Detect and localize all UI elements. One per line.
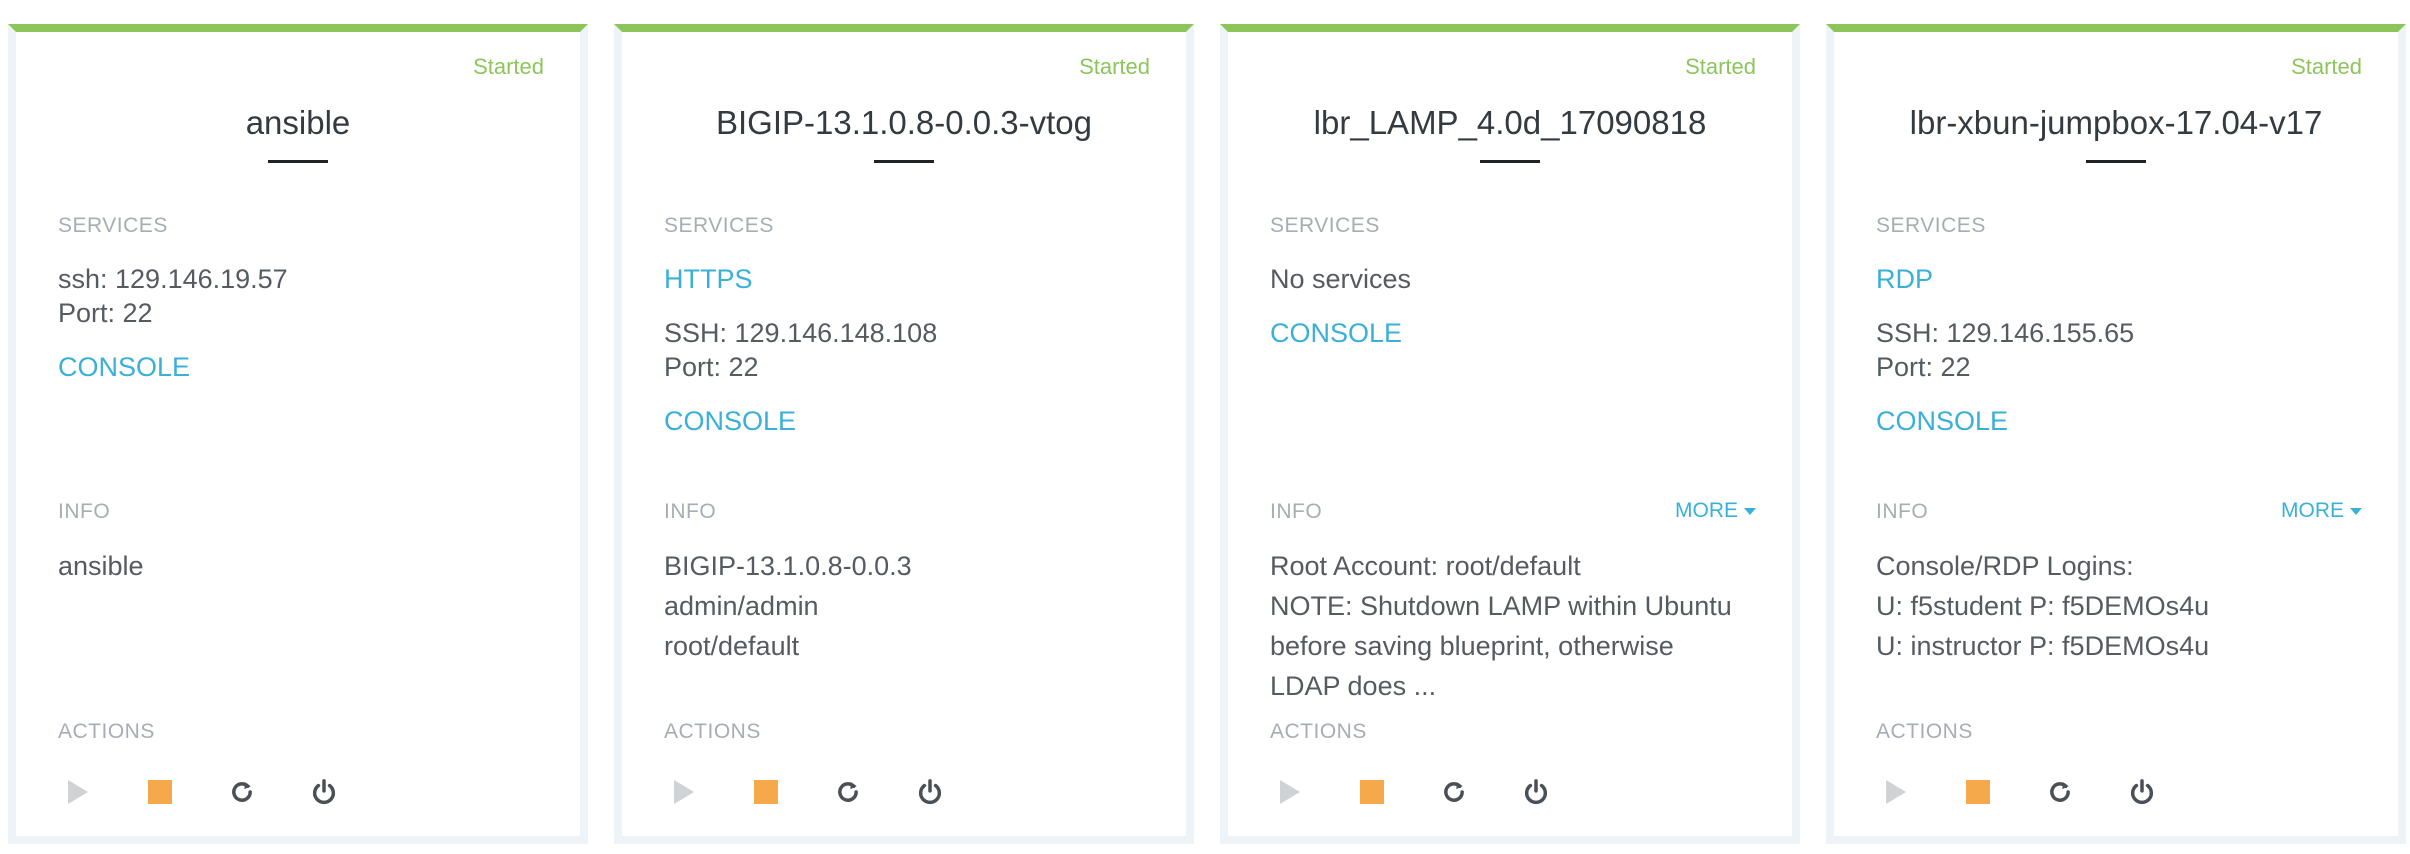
console-link[interactable]: CONSOLE bbox=[1270, 316, 1756, 350]
info-line: NOTE: Shutdown LAMP within Ubuntu bbox=[1270, 591, 1732, 621]
service-rdp-link[interactable]: RDP bbox=[1876, 264, 1933, 294]
status-badge: Started bbox=[1079, 54, 1150, 79]
service-address: SSH: 129.146.148.108 bbox=[664, 318, 938, 348]
services-label: SERVICES bbox=[58, 214, 168, 237]
info-text: Root Account: root/default NOTE: Shutdow… bbox=[1270, 546, 1756, 706]
vm-name: lbr_LAMP_4.0d_17090818 bbox=[1313, 104, 1707, 141]
restart-icon[interactable] bbox=[2040, 772, 2080, 812]
info-label: INFO bbox=[58, 500, 111, 523]
play-icon[interactable] bbox=[664, 772, 704, 812]
actions-label: ACTIONS bbox=[1270, 720, 1367, 743]
title-underline bbox=[268, 160, 328, 163]
vm-name: lbr-xbun-jumpbox-17.04-v17 bbox=[1909, 104, 2323, 141]
services-list: RDP SSH: 129.146.155.65 Port: 22 CONSOLE bbox=[1876, 262, 2362, 438]
status-badge: Started bbox=[1685, 54, 1756, 79]
service-port: Port: 22 bbox=[1876, 352, 1971, 382]
console-link[interactable]: CONSOLE bbox=[58, 350, 544, 384]
service-ssh: SSH: 129.146.148.108 Port: 22 bbox=[664, 316, 1150, 384]
service-address: ssh: 129.146.19.57 bbox=[58, 264, 288, 294]
service-https: HTTPS bbox=[664, 262, 1150, 296]
info-text: Console/RDP Logins: U: f5student P: f5DE… bbox=[1876, 546, 2362, 666]
restart-icon[interactable] bbox=[222, 772, 262, 812]
more-label: MORE bbox=[1675, 499, 1738, 522]
actions-bar bbox=[58, 772, 344, 812]
actions-bar bbox=[1876, 772, 2162, 812]
no-services-text: No services bbox=[1270, 264, 1412, 294]
actions-bar bbox=[664, 772, 950, 812]
restart-icon[interactable] bbox=[1434, 772, 1474, 812]
stop-icon[interactable] bbox=[140, 772, 180, 812]
power-icon[interactable] bbox=[2122, 772, 2162, 812]
restart-icon[interactable] bbox=[828, 772, 868, 812]
status-badge: Started bbox=[473, 54, 544, 79]
info-label: INFO bbox=[664, 500, 717, 523]
services-list: ssh: 129.146.19.57 Port: 22 CONSOLE bbox=[58, 262, 544, 384]
console-link[interactable]: CONSOLE bbox=[1876, 404, 2362, 438]
vm-card-lamp: Started lbr_LAMP_4.0d_17090818 SERVICES … bbox=[1220, 24, 1800, 844]
power-icon[interactable] bbox=[1516, 772, 1556, 812]
service-ssh: SSH: 129.146.155.65 Port: 22 bbox=[1876, 316, 2362, 384]
vm-card-grid: Started ansible SERVICES ssh: 129.146.19… bbox=[0, 24, 2410, 854]
play-icon[interactable] bbox=[1270, 772, 1310, 812]
play-icon[interactable] bbox=[58, 772, 98, 812]
more-dropdown[interactable]: MORE bbox=[2281, 499, 2362, 523]
vm-card-bigip: Started BIGIP-13.1.0.8-0.0.3-vtog SERVIC… bbox=[614, 24, 1194, 844]
info-line: BIGIP-13.1.0.8-0.0.3 bbox=[664, 551, 912, 581]
vm-card-ansible: Started ansible SERVICES ssh: 129.146.19… bbox=[8, 24, 588, 844]
info-text: ansible bbox=[58, 546, 544, 586]
vm-name: BIGIP-13.1.0.8-0.0.3-vtog bbox=[715, 104, 1093, 141]
info-line: LDAP does ... bbox=[1270, 671, 1437, 701]
services-list: No services CONSOLE bbox=[1270, 262, 1756, 350]
vm-card-jumpbox: Started lbr-xbun-jumpbox-17.04-v17 SERVI… bbox=[1826, 24, 2406, 844]
title-underline bbox=[2086, 160, 2146, 163]
service-https-link[interactable]: HTTPS bbox=[664, 264, 753, 294]
services-label: SERVICES bbox=[1876, 214, 1986, 237]
vm-name: ansible bbox=[245, 104, 351, 141]
stop-icon[interactable] bbox=[1352, 772, 1392, 812]
power-icon[interactable] bbox=[304, 772, 344, 812]
actions-label: ACTIONS bbox=[1876, 720, 1973, 743]
play-icon[interactable] bbox=[1876, 772, 1916, 812]
status-badge: Started bbox=[2291, 54, 2362, 79]
info-label: INFO bbox=[1270, 500, 1323, 523]
info-line: before saving blueprint, otherwise bbox=[1270, 631, 1674, 661]
more-label: MORE bbox=[2281, 499, 2344, 522]
service-port: Port: 22 bbox=[58, 298, 153, 328]
service-ssh: ssh: 129.146.19.57 Port: 22 bbox=[58, 262, 544, 330]
service-port: Port: 22 bbox=[664, 352, 759, 382]
info-line: U: f5student P: f5DEMOs4u bbox=[1876, 591, 2210, 621]
caret-down-icon bbox=[1744, 507, 1756, 515]
services-list: HTTPS SSH: 129.146.148.108 Port: 22 CONS… bbox=[664, 262, 1150, 438]
stop-icon[interactable] bbox=[1958, 772, 1998, 812]
service-rdp: RDP bbox=[1876, 262, 2362, 296]
actions-label: ACTIONS bbox=[58, 720, 155, 743]
title-underline bbox=[874, 160, 934, 163]
actions-label: ACTIONS bbox=[664, 720, 761, 743]
power-icon[interactable] bbox=[910, 772, 950, 812]
service-none: No services bbox=[1270, 262, 1756, 296]
stop-icon[interactable] bbox=[746, 772, 786, 812]
info-line: Root Account: root/default bbox=[1270, 551, 1581, 581]
caret-down-icon bbox=[2350, 507, 2362, 515]
info-line: Console/RDP Logins: bbox=[1876, 551, 2134, 581]
info-label: INFO bbox=[1876, 500, 1929, 523]
services-label: SERVICES bbox=[664, 214, 774, 237]
more-dropdown[interactable]: MORE bbox=[1675, 499, 1756, 523]
actions-bar bbox=[1270, 772, 1556, 812]
info-line: admin/admin bbox=[664, 591, 819, 621]
info-text: BIGIP-13.1.0.8-0.0.3 admin/admin root/de… bbox=[664, 546, 1150, 666]
console-link[interactable]: CONSOLE bbox=[664, 404, 1150, 438]
service-address: SSH: 129.146.155.65 bbox=[1876, 318, 2135, 348]
info-line: U: instructor P: f5DEMOs4u bbox=[1876, 631, 2210, 661]
services-label: SERVICES bbox=[1270, 214, 1380, 237]
info-line: ansible bbox=[58, 551, 144, 581]
title-underline bbox=[1480, 160, 1540, 163]
info-line: root/default bbox=[664, 631, 800, 661]
